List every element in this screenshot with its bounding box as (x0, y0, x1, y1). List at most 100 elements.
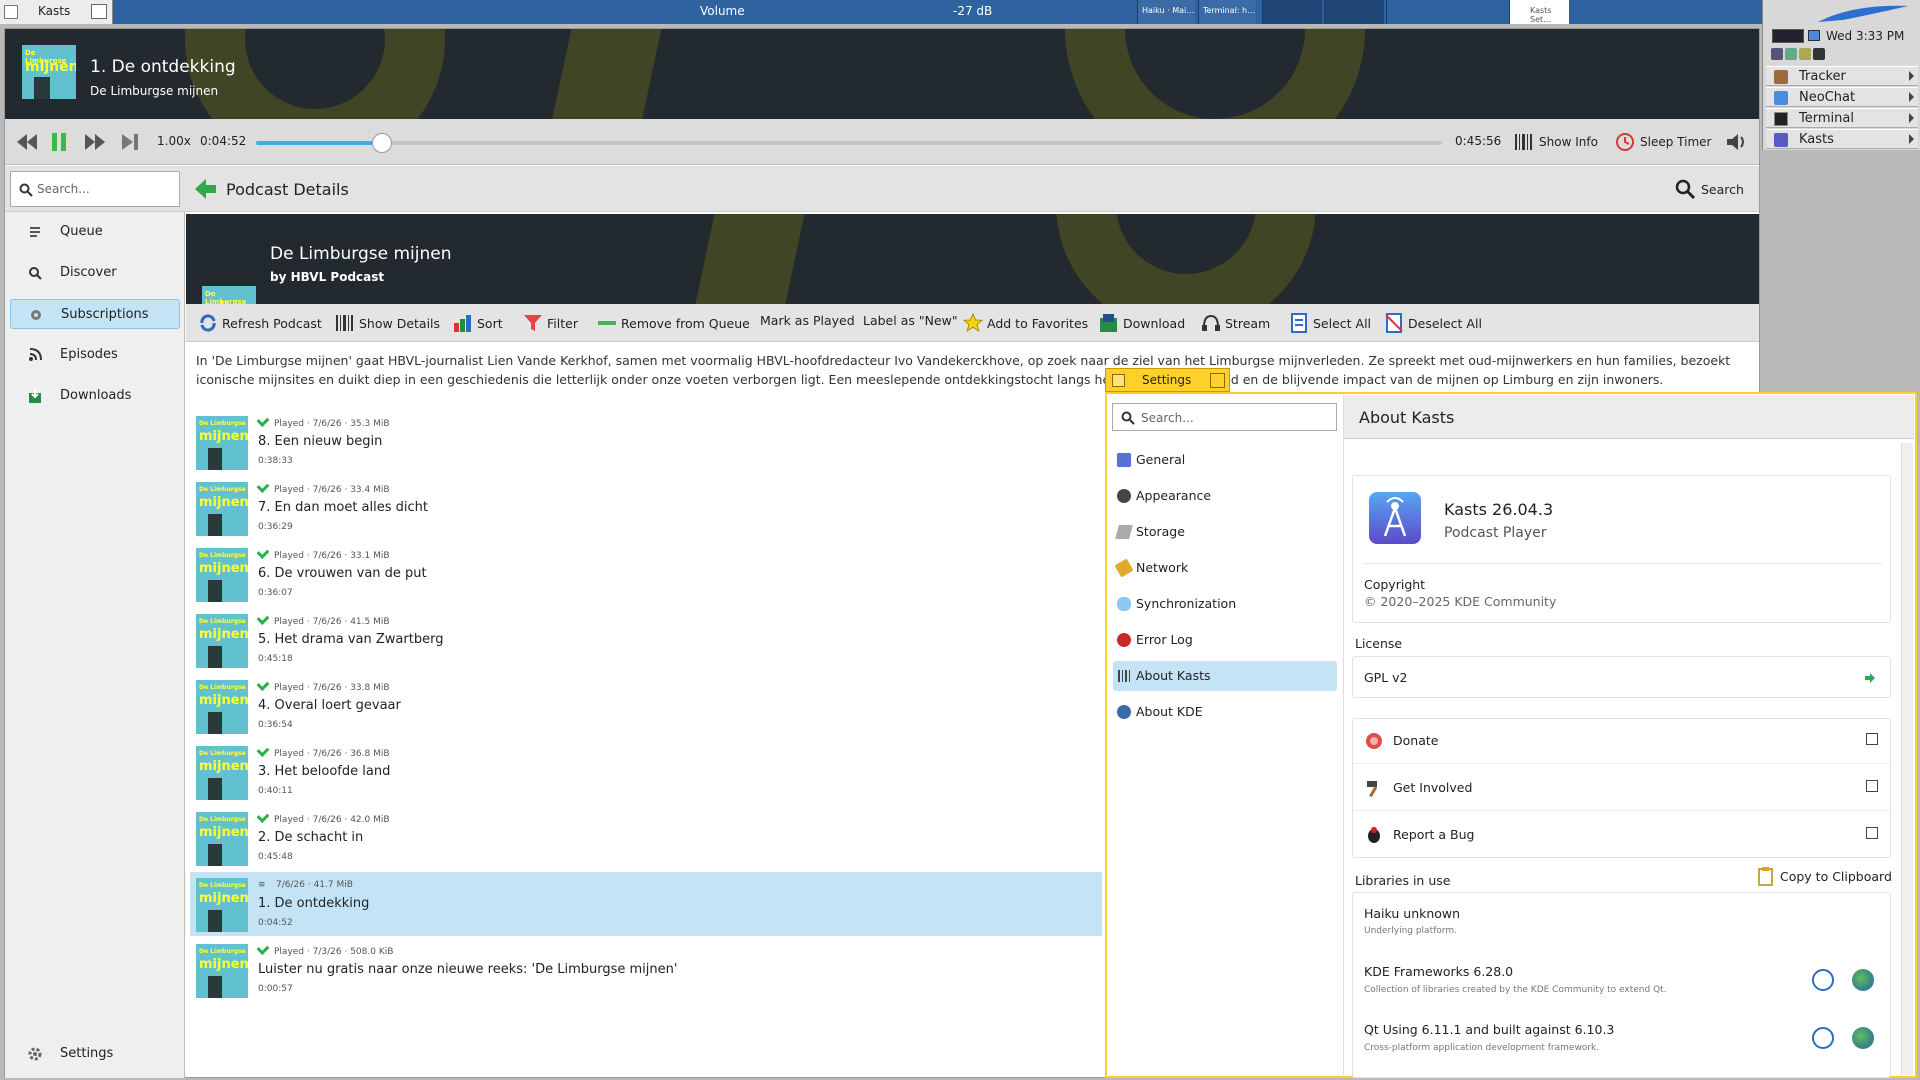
skip-back-icon[interactable] (15, 131, 39, 153)
settings-window-tab[interactable]: Settings (1105, 368, 1230, 392)
podcast-name: De Limburgse mijnen (270, 244, 452, 264)
copy-to-clipboard-button[interactable]: Copy to Clipboard (1757, 866, 1892, 886)
settings-nav-synchronization[interactable]: Synchronization (1113, 589, 1337, 619)
copyright-label: Copyright (1364, 577, 1426, 592)
now-playing-podcast: De Limburgse mijnen (90, 84, 219, 98)
window-title-bar (0, 0, 1762, 24)
volume-icon[interactable] (1724, 130, 1748, 154)
settings-nav-storage[interactable]: Storage (1113, 517, 1337, 547)
episode-row[interactable]: De Limburgse mijnen Played · 7/6/26 · 36.8… (190, 740, 1102, 804)
episode-date: 7/6/26 (312, 419, 342, 429)
playback-rate[interactable]: 1.00x (157, 134, 191, 148)
episode-row[interactable]: De Limburgse mijnen Played · 7/6/26 · 33.1… (190, 542, 1102, 606)
haiku-leaf-icon[interactable] (1813, 2, 1913, 24)
settings-scrollbar[interactable] (1901, 443, 1913, 1075)
episode-row[interactable]: De Limburgse mijnen ≡ 7/6/26 · 41.7 MiB 1. D… (190, 872, 1102, 936)
stream-button[interactable]: Stream (1201, 313, 1270, 333)
zoom-box[interactable] (1210, 373, 1225, 388)
mark-as-played-button[interactable]: Mark as Played (760, 313, 855, 328)
search-input[interactable]: Search... (10, 171, 180, 207)
get-involved-link[interactable]: Get Involved (1353, 765, 1890, 811)
cpu-meter (1772, 29, 1804, 43)
seek-slider-handle[interactable] (371, 133, 392, 153)
episode-row[interactable]: De Limburgse mijnen Played · 7/6/26 · 33.8… (190, 674, 1102, 738)
remove-from-queue-button[interactable]: Remove from Queue (597, 313, 750, 333)
submenu-arrow-icon (1909, 71, 1914, 81)
show-details-button[interactable]: Show Details (335, 313, 440, 333)
search-icon (1675, 179, 1696, 200)
back-arrow-icon[interactable] (194, 178, 218, 200)
mini-window-5[interactable] (1386, 0, 1446, 24)
episode-status: Played (274, 815, 305, 825)
settings-nav-about-kde[interactable]: About KDE (1113, 697, 1337, 727)
globe-icon[interactable] (1852, 1027, 1874, 1049)
mini-window-1[interactable]: Haiku · Mai… (1137, 0, 1195, 24)
select-all-button[interactable]: Select All (1289, 313, 1371, 333)
settings-nav-appearance[interactable]: Appearance (1113, 481, 1337, 511)
kasts-window-tab[interactable]: Kasts (0, 0, 113, 24)
next-track-icon[interactable] (119, 131, 141, 153)
episode-row[interactable]: De Limburgse mijnen Played · 7/3/26 · 508.… (190, 938, 1102, 1002)
tray-window-icon[interactable] (1808, 30, 1820, 41)
sleep-timer-button[interactable]: Sleep Timer (1615, 132, 1711, 152)
filter-button[interactable]: Filter (523, 313, 578, 333)
report-bug-link[interactable]: Report a Bug (1353, 812, 1890, 858)
deskbar-item-neochat[interactable]: NeoChat (1766, 87, 1918, 107)
tray-icons (1771, 47, 1841, 61)
copyright-icon[interactable] (1812, 969, 1834, 991)
mini-window-3[interactable] (1262, 0, 1322, 24)
now-playing-cover[interactable]: De Limburgse mijnen (22, 45, 76, 99)
queue-icon (30, 227, 40, 237)
deskbar-item-tracker[interactable]: Tracker (1766, 66, 1918, 86)
download-button[interactable]: Download (1099, 313, 1185, 333)
sidebar-item-subscriptions[interactable]: Subscriptions (10, 299, 180, 329)
sidebar-item-queue[interactable]: Queue (10, 217, 180, 247)
tray-icon-4[interactable] (1813, 48, 1825, 60)
episode-size: 36.8 MiB (350, 749, 390, 759)
label-as-new-button[interactable]: Label as "New" (863, 313, 958, 328)
close-box[interactable] (4, 5, 18, 19)
add-to-favorites-button[interactable]: Add to Favorites (963, 313, 1088, 333)
settings-nav-about-kasts[interactable]: About Kasts (1113, 661, 1337, 691)
episode-row[interactable]: De Limburgse mijnen Played · 7/6/26 · 41.5… (190, 608, 1102, 672)
seek-slider[interactable] (256, 141, 1442, 145)
mini-window-4[interactable] (1324, 0, 1384, 24)
copyright-icon[interactable] (1812, 1027, 1834, 1049)
settings-nav-network[interactable]: Network (1113, 553, 1337, 583)
mini-window-kasts-settings[interactable]: Kasts Set… (1509, 0, 1569, 24)
pause-icon[interactable] (49, 131, 69, 153)
globe-icon[interactable] (1852, 969, 1874, 991)
sort-button[interactable]: Sort (453, 313, 503, 333)
sidebar-item-episodes[interactable]: Episodes (10, 340, 180, 370)
sidebar-item-settings[interactable]: Settings (10, 1039, 180, 1069)
episode-title: Luister nu gratis naar onze nieuwe reeks… (258, 962, 678, 977)
close-box[interactable] (1112, 374, 1125, 387)
deskbar-item-kasts[interactable]: Kasts (1766, 129, 1918, 149)
zoom-box[interactable] (91, 4, 107, 19)
tray-icon-3[interactable] (1799, 48, 1811, 60)
settings-nav-general[interactable]: General (1113, 445, 1337, 475)
played-check-icon (256, 414, 270, 427)
license-row[interactable] (1352, 656, 1891, 698)
skip-forward-icon[interactable] (83, 131, 107, 153)
episode-date: 7/6/26 (312, 683, 342, 693)
tray-icon-1[interactable] (1771, 48, 1783, 60)
episode-row[interactable]: De Limburgse mijnen Played · 7/6/26 · 33.4… (190, 476, 1102, 540)
clock[interactable]: Wed 3:33 PM (1826, 29, 1904, 43)
tray-icon-2[interactable] (1785, 48, 1797, 60)
episode-meta: Played · 7/6/26 · 36.8 MiB (256, 744, 390, 759)
deskbar-item-terminal[interactable]: Terminal (1766, 108, 1918, 128)
settings-nav-error-log[interactable]: Error Log (1113, 625, 1337, 655)
episode-row[interactable]: De Limburgse mijnen Played · 7/6/26 · 35.3… (190, 410, 1102, 474)
donate-link[interactable]: Donate (1353, 718, 1890, 764)
refresh-podcast-button[interactable]: Refresh Podcast (198, 313, 322, 333)
episode-date: 7/6/26 (312, 485, 342, 495)
sidebar-item-downloads[interactable]: Downloads (10, 381, 180, 411)
show-info-button[interactable]: Show Info (1514, 132, 1598, 152)
mini-window-2[interactable]: Terminal: h… (1198, 0, 1256, 24)
settings-search-input[interactable]: Search... (1112, 403, 1337, 431)
deselect-all-button[interactable]: Deselect All (1384, 313, 1482, 333)
episode-row[interactable]: De Limburgse mijnen Played · 7/6/26 · 42.0… (190, 806, 1102, 870)
sidebar-item-discover[interactable]: Discover (10, 258, 180, 288)
search-button[interactable]: Search (1674, 178, 1744, 200)
